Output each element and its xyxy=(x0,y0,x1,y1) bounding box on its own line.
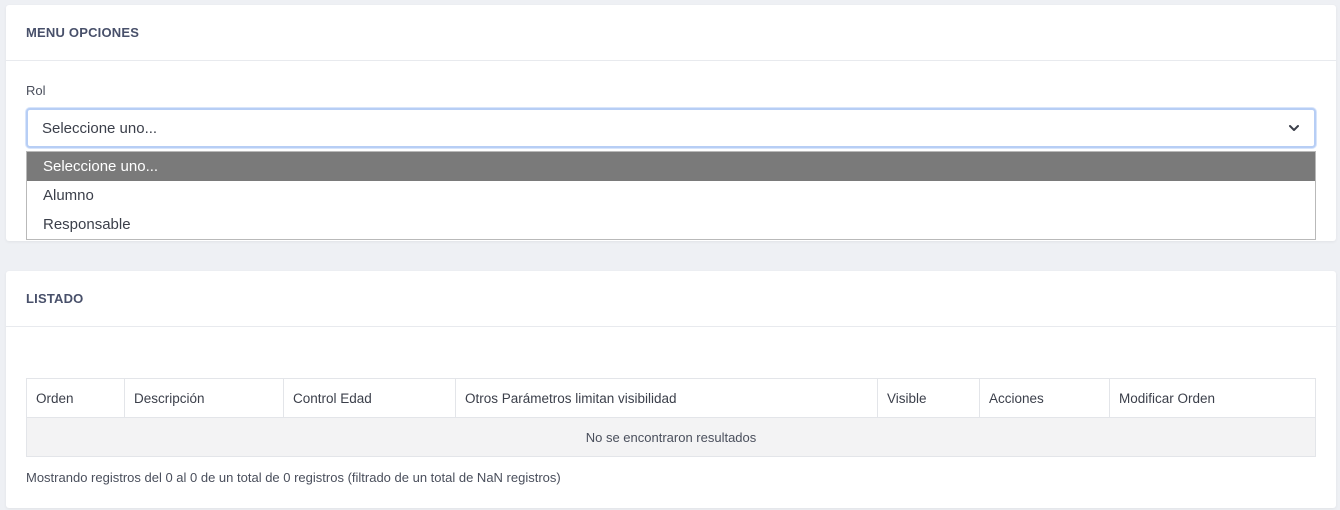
role-option-responsable[interactable]: Responsable xyxy=(27,210,1315,239)
role-dropdown-list: Seleccione uno... Alumno Responsable xyxy=(26,151,1316,240)
column-header-visible[interactable]: Visible xyxy=(877,378,980,418)
column-header-orden[interactable]: Orden xyxy=(26,378,125,418)
role-option-alumno[interactable]: Alumno xyxy=(27,181,1315,210)
column-header-control-edad[interactable]: Control Edad xyxy=(283,378,456,418)
column-header-descripcion[interactable]: Descripción xyxy=(124,378,284,418)
list-header: LISTADO xyxy=(6,271,1336,327)
list-title: LISTADO xyxy=(26,291,84,306)
table-row: No se encontraron resultados xyxy=(26,417,1316,457)
records-info: Mostrando registros del 0 al 0 de un tot… xyxy=(26,470,561,485)
role-option-seleccione[interactable]: Seleccione uno... xyxy=(27,152,1315,181)
results-table-wrap: Orden Descripción Control Edad Otros Par… xyxy=(26,378,1316,457)
role-label: Rol xyxy=(26,83,46,98)
results-table: Orden Descripción Control Edad Otros Par… xyxy=(26,378,1316,457)
table-header-row: Orden Descripción Control Edad Otros Par… xyxy=(26,378,1316,418)
menu-options-header: MENU OPCIONES xyxy=(6,5,1336,61)
column-header-otros-parametros[interactable]: Otros Parámetros limitan visibilidad xyxy=(455,378,878,418)
list-card: LISTADO Orden Descripción Control Edad O… xyxy=(6,271,1336,508)
column-header-modificar-orden[interactable]: Modificar Orden xyxy=(1109,378,1316,418)
role-select-value: Seleccione uno... xyxy=(42,119,158,137)
column-header-acciones[interactable]: Acciones xyxy=(979,378,1110,418)
menu-options-title: MENU OPCIONES xyxy=(26,25,140,40)
chevron-down-icon xyxy=(1288,122,1300,134)
empty-results-message: No se encontraron resultados xyxy=(26,417,1316,457)
role-select[interactable]: Seleccione uno... xyxy=(26,108,1316,148)
